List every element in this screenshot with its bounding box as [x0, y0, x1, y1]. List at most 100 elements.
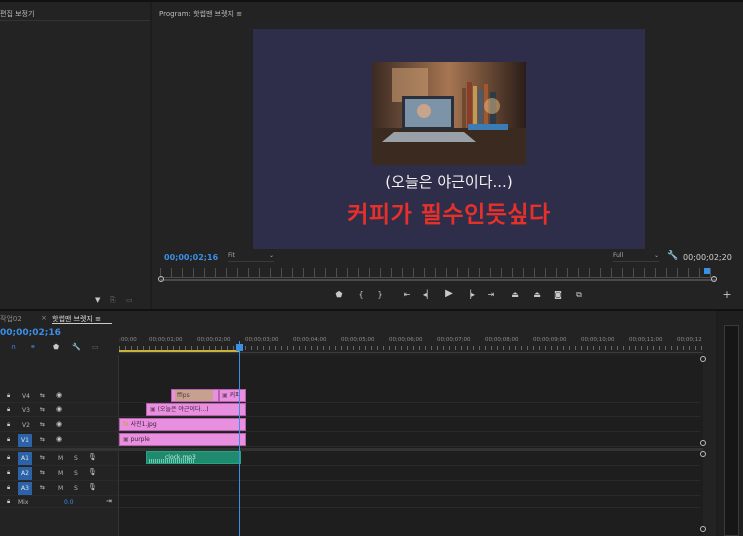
- solo-button[interactable]: S: [74, 455, 78, 462]
- fit-label: Fit: [228, 252, 236, 259]
- ruler-label: 00;00;11;00: [629, 337, 663, 343]
- fx-icon: ▣: [123, 436, 131, 443]
- track-a2: [0, 466, 700, 481]
- mute-button[interactable]: M: [58, 455, 63, 462]
- settings-wrench-icon[interactable]: 🔧: [667, 251, 678, 261]
- lock-icon[interactable]: 🔒︎: [7, 484, 10, 492]
- track-target-a1[interactable]: A1: [18, 452, 32, 465]
- voiceover-mic-icon[interactable]: 🎙︎: [88, 453, 97, 461]
- program-monitor-title[interactable]: Program: 핫썹맨 브렛지 ≡: [159, 9, 242, 19]
- clip-v1-color-matte[interactable]: ▣ purple: [119, 433, 246, 446]
- solo-button[interactable]: S: [74, 485, 78, 492]
- solo-button[interactable]: S: [74, 470, 78, 477]
- mix-level-value[interactable]: 0.0: [64, 499, 74, 506]
- timeline-tab-other[interactable]: 작업02: [0, 314, 22, 324]
- mark-in-icon[interactable]: {: [355, 290, 367, 299]
- sync-lock-icon[interactable]: ⇆: [40, 421, 45, 428]
- voiceover-mic-icon[interactable]: 🎙︎: [88, 483, 97, 491]
- eye-icon[interactable]: ◉: [56, 391, 62, 399]
- voiceover-mic-icon[interactable]: 🎙︎: [88, 468, 97, 476]
- step-forward-icon[interactable]: ▕▸: [464, 290, 476, 299]
- eye-icon[interactable]: ◉: [56, 420, 62, 428]
- source-panel: [0, 0, 150, 309]
- clip-v3-caption[interactable]: ▣ (오늘은 야근이다...): [146, 403, 246, 416]
- video-scroll-handle-top[interactable]: [700, 356, 706, 362]
- linked-selection-icon[interactable]: ⚭: [30, 343, 36, 351]
- work-area-bar[interactable]: [119, 350, 240, 352]
- go-to-end-icon[interactable]: ⇥: [106, 497, 112, 505]
- zoom-handle-right[interactable]: [711, 276, 717, 282]
- video-scroll-handle-bottom[interactable]: [700, 440, 706, 446]
- ruler-label: 00;00;12: [677, 337, 702, 343]
- program-zoom-bar[interactable]: [160, 279, 716, 281]
- track-target-a2[interactable]: A2: [18, 467, 32, 480]
- clip-v4-label: ffips: [175, 390, 213, 401]
- lock-icon[interactable]: 🔒︎: [7, 406, 10, 414]
- lock-icon[interactable]: 🔒︎: [7, 454, 10, 462]
- track-target-v1[interactable]: V1: [18, 434, 32, 447]
- lock-icon[interactable]: 🔒︎: [7, 421, 10, 429]
- timeline-playhead-line[interactable]: [239, 341, 240, 536]
- track-target-a3[interactable]: A3: [18, 482, 32, 495]
- zoom-handle-left[interactable]: [158, 276, 164, 282]
- ruler-label: 00;00;09;00: [533, 337, 567, 343]
- source-panel-title[interactable]: 편집 보정기: [0, 9, 34, 19]
- timeline-tab-close-icon[interactable]: ×: [41, 314, 47, 322]
- sync-lock-icon[interactable]: ⇆: [40, 454, 45, 461]
- lock-icon[interactable]: 🔒︎: [7, 392, 10, 400]
- clip-v2-photo[interactable]: fx 사진1.jpg: [119, 418, 246, 431]
- captions-icon[interactable]: ▭: [92, 343, 99, 351]
- go-to-out-icon[interactable]: ⇥: [485, 290, 497, 299]
- chevron-down-icon: ⌄: [653, 252, 659, 259]
- audio-scroll-handle-bottom[interactable]: [700, 526, 706, 532]
- extract-icon[interactable]: ⏏: [531, 290, 543, 299]
- ruler-label: 00;00;02;00: [197, 337, 231, 343]
- program-playhead-marker[interactable]: [704, 268, 710, 274]
- folder-icon[interactable]: ▭: [126, 296, 133, 304]
- audio-scroll-handle-top[interactable]: [700, 451, 706, 457]
- fx-icon: ▣: [222, 392, 230, 399]
- caption-line-2: 커피가 필수인듯싶다: [347, 202, 551, 228]
- timeline-settings-icon[interactable]: 🔧: [72, 343, 81, 351]
- filter-icon[interactable]: ▼: [95, 296, 100, 304]
- export-frame-icon[interactable]: ◙: [552, 290, 564, 299]
- lock-icon[interactable]: 🔒︎: [7, 436, 10, 444]
- play-icon[interactable]: ▶: [443, 288, 455, 299]
- fit-dropdown[interactable]: Fit ⌄: [228, 252, 274, 262]
- eye-icon[interactable]: ◉: [56, 405, 62, 413]
- new-item-icon[interactable]: ⎘: [110, 296, 116, 305]
- sync-lock-icon[interactable]: ⇆: [40, 484, 45, 491]
- mute-button[interactable]: M: [58, 470, 63, 477]
- clip-v3-label: (오늘은 야근이다...): [157, 406, 209, 413]
- snap-magnet-icon[interactable]: ∩: [11, 343, 16, 351]
- go-to-in-icon[interactable]: ⇤: [401, 290, 413, 299]
- clip-v4-image[interactable]: ffips: [171, 389, 219, 402]
- sync-lock-icon[interactable]: ⇆: [40, 436, 45, 443]
- sync-lock-icon[interactable]: ⇆: [40, 406, 45, 413]
- mute-button[interactable]: M: [58, 485, 63, 492]
- resolution-dropdown[interactable]: Full ⌄: [613, 252, 659, 262]
- ruler-label: 00;00;07;00: [437, 337, 471, 343]
- sync-lock-icon[interactable]: ⇆: [40, 392, 45, 399]
- lock-icon[interactable]: 🔒︎: [7, 498, 10, 506]
- button-editor-plus-icon[interactable]: +: [721, 288, 733, 301]
- lock-icon[interactable]: 🔒︎: [7, 469, 10, 477]
- lift-icon[interactable]: ⏏: [509, 290, 521, 299]
- step-back-icon[interactable]: ◂▏: [422, 290, 434, 299]
- mark-out-icon[interactable]: }: [374, 290, 386, 299]
- program-scrub-ruler[interactable]: [160, 268, 716, 278]
- ruler-label: 00;00;08;00: [485, 337, 519, 343]
- track-mix: [0, 496, 700, 508]
- timeline-timecode[interactable]: 00;00;02;16: [0, 328, 61, 338]
- track-a1: [0, 451, 700, 466]
- add-marker-icon[interactable]: ⬟: [53, 343, 59, 351]
- sync-lock-icon[interactable]: ⇆: [40, 469, 45, 476]
- clip-v1-label: purple: [130, 436, 150, 443]
- eye-icon[interactable]: ◉: [56, 435, 62, 443]
- ruler-label: 00;00;01;00: [149, 337, 183, 343]
- program-current-timecode[interactable]: 00;00;02;16: [164, 253, 218, 262]
- desk-photo: [372, 62, 526, 165]
- add-marker-icon[interactable]: ⬟: [333, 290, 345, 299]
- compare-view-icon[interactable]: ⧉: [573, 290, 585, 300]
- clip-v4-title[interactable]: ▣ 커피: [219, 389, 246, 402]
